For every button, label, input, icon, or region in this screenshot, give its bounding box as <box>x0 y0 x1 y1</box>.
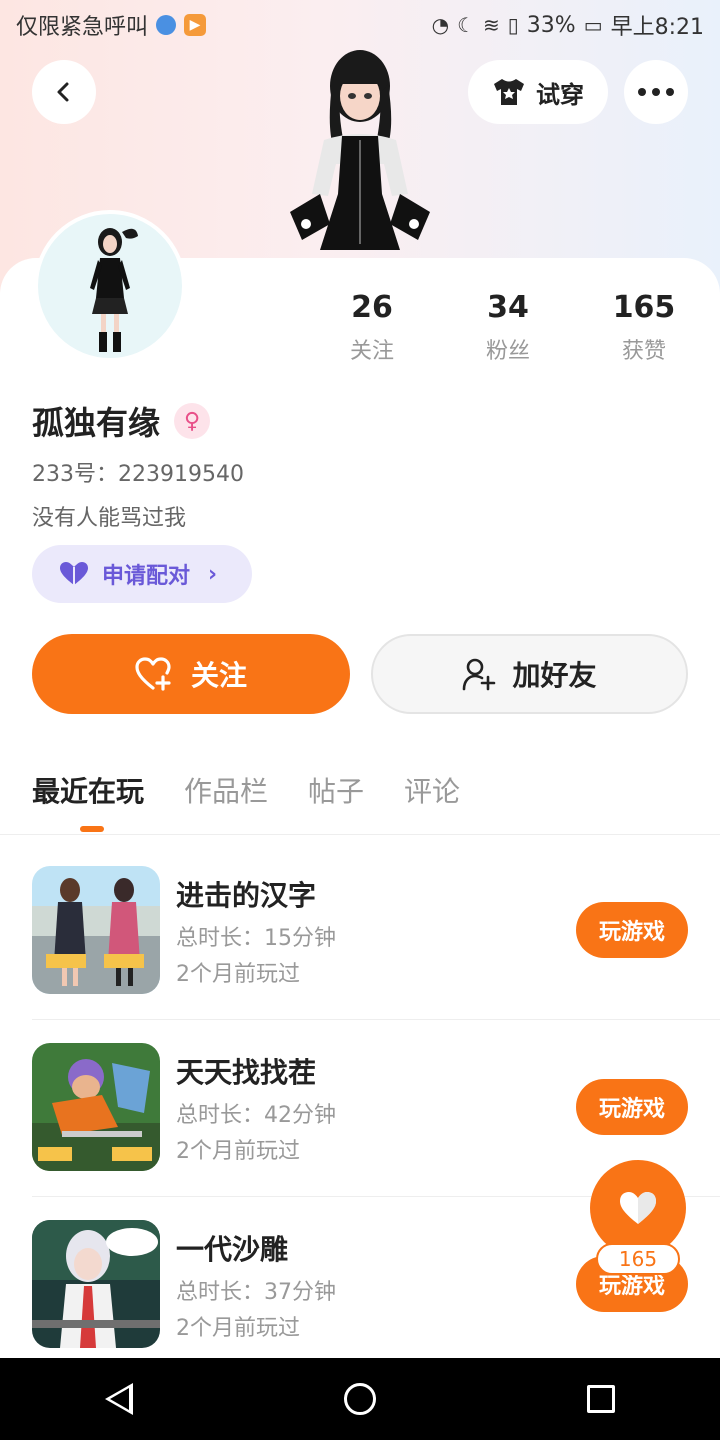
username-row: 孤独有缘 ♀ <box>32 398 211 444</box>
avatar[interactable] <box>34 210 186 362</box>
tab-comments[interactable]: 评论 <box>404 770 460 810</box>
list-item[interactable]: 进击的汉字 总时长：15分钟 2个月前玩过 玩游戏 <box>32 866 688 996</box>
moon-icon: ☾ <box>457 13 475 37</box>
game-last-played: 2个月前玩过 <box>176 1139 300 1164</box>
add-friend-label: 加好友 <box>512 659 597 692</box>
tshirt-icon <box>494 79 524 105</box>
profile-stats: 26 关注 34 粉丝 165 获赞 <box>304 290 720 365</box>
stat-following-count: 26 <box>351 290 393 325</box>
game-name: 进击的汉字 <box>176 879 317 912</box>
game-last-played: 2个月前玩过 <box>176 962 300 987</box>
list-item[interactable]: 天天找找茬 总时长：42分钟 2个月前玩过 玩游戏 <box>32 1043 688 1173</box>
chevron-right-icon: › <box>208 561 218 587</box>
try-on-button[interactable]: 试穿 <box>468 60 608 124</box>
like-button[interactable] <box>590 1160 686 1256</box>
game-name: 一代沙雕 <box>176 1233 289 1266</box>
heart-pair-icon <box>60 562 88 585</box>
heart-plus-icon <box>135 657 171 691</box>
play-game-button[interactable]: 玩游戏 <box>576 1079 688 1135</box>
stat-followers-count: 34 <box>487 290 529 325</box>
play-game-button[interactable]: 玩游戏 <box>576 902 688 958</box>
apply-pair-button[interactable]: 申请配对 › <box>32 545 252 603</box>
stat-likes-label: 获赞 <box>621 339 666 364</box>
try-on-label: 试穿 <box>536 80 584 109</box>
clock: 早上8:21 <box>610 15 704 40</box>
nav-home-icon[interactable] <box>343 1383 376 1415</box>
like-count-badge: 165 <box>596 1243 680 1275</box>
battery-percent: 33% <box>526 12 576 38</box>
list-item[interactable]: 一代沙雕 总时长：37分钟 2个月前玩过 玩游戏 <box>32 1220 688 1350</box>
tab-posts[interactable]: 帖子 <box>308 770 364 810</box>
game-name: 天天找找茬 <box>176 1056 317 1089</box>
game-duration: 总时长：37分钟 <box>176 1280 336 1305</box>
game-thumbnail <box>32 1043 160 1171</box>
avatar-figure <box>90 228 138 352</box>
add-user-icon <box>463 658 496 691</box>
game-duration: 总时长：42分钟 <box>176 1103 336 1128</box>
nav-recents-icon[interactable] <box>586 1385 615 1413</box>
tabs-divider <box>0 834 720 835</box>
avatar-3d-figure <box>290 50 430 250</box>
game-last-played: 2个月前玩过 <box>176 1316 300 1341</box>
battery-icon: ▭ <box>583 13 603 37</box>
profile-tabs: 最近在玩 作品栏 帖子 评论 <box>32 770 460 832</box>
sim-icon: ▯ <box>507 13 519 37</box>
status-bar: 仅限紧急呼叫 ▶ ◔ ☾ ≋ ▯ 33% ▭ 早上8:21 <box>0 0 720 50</box>
game-thumbnail <box>32 1220 160 1348</box>
stat-likes[interactable]: 165 获赞 <box>576 290 712 365</box>
tab-posts-label: 帖子 <box>308 775 365 808</box>
add-friend-button[interactable]: 加好友 <box>371 634 688 714</box>
browser-icon <box>156 15 177 35</box>
follow-label: 关注 <box>190 659 247 692</box>
tab-recent-played[interactable]: 最近在玩 <box>32 770 145 832</box>
apply-pair-label: 申请配对 <box>102 564 191 589</box>
user-bio: 没有人能骂过我 <box>32 506 187 531</box>
username: 孤独有缘 <box>32 404 161 442</box>
stat-following[interactable]: 26 关注 <box>304 290 440 365</box>
carrier-text: 仅限紧急呼叫 <box>16 15 149 40</box>
female-icon: ♀ <box>174 403 211 439</box>
wifi-icon: ≋ <box>483 13 500 37</box>
heart-icon <box>620 1192 656 1224</box>
nav-back-icon[interactable] <box>105 1383 134 1415</box>
data-saver-icon: ◔ <box>431 13 450 37</box>
game-thumbnail <box>32 866 160 994</box>
app-notification-icon: ▶ <box>184 14 207 36</box>
more-dots-icon <box>638 88 674 96</box>
game-duration: 总时长：15分钟 <box>176 926 336 951</box>
tab-recent-played-label: 最近在玩 <box>32 775 145 808</box>
tab-comments-label: 评论 <box>404 775 461 808</box>
back-button[interactable] <box>32 60 96 124</box>
more-button[interactable] <box>624 60 688 124</box>
tab-works-label: 作品栏 <box>184 775 269 808</box>
follow-button[interactable]: 关注 <box>32 634 350 714</box>
stat-followers[interactable]: 34 粉丝 <box>440 290 576 365</box>
system-navigation-bar <box>0 1358 720 1440</box>
stat-followers-label: 粉丝 <box>485 339 530 364</box>
list-divider <box>32 1019 720 1020</box>
user-id: 233号：223919540 <box>32 462 244 487</box>
tab-active-indicator <box>80 826 104 832</box>
stat-likes-count: 165 <box>612 290 676 325</box>
tab-works[interactable]: 作品栏 <box>184 770 268 810</box>
chevron-left-icon <box>57 82 69 102</box>
stat-following-label: 关注 <box>349 339 394 364</box>
